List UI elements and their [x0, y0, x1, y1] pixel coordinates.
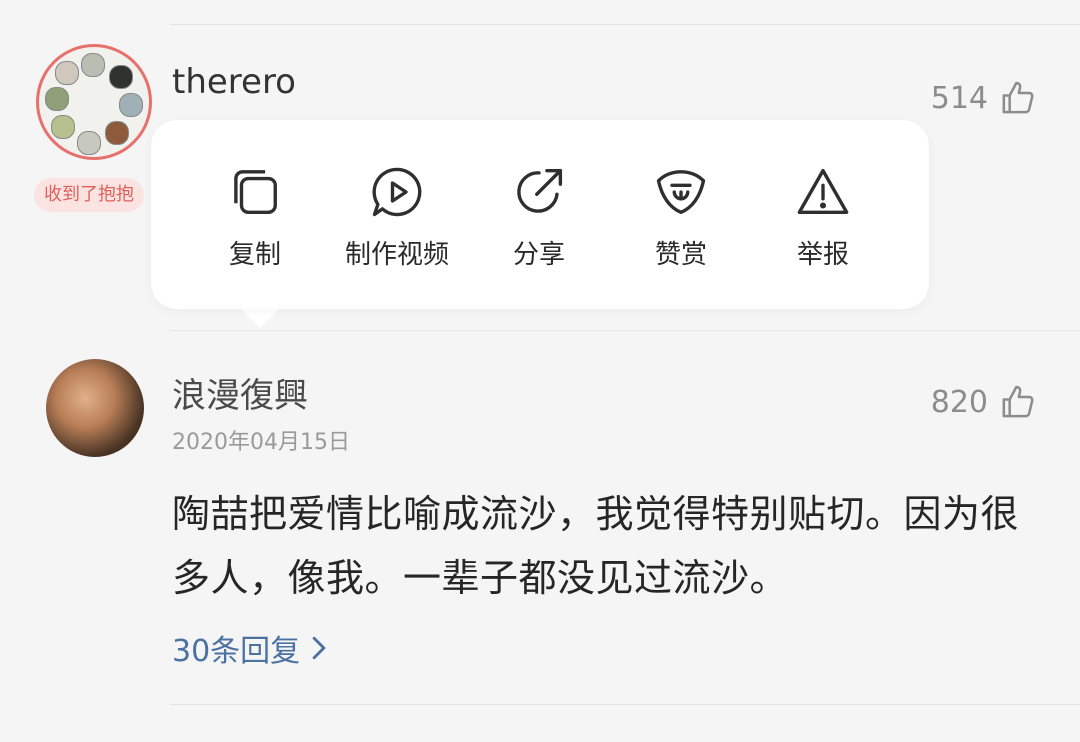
thumbs-up-icon [1002, 385, 1034, 418]
user-badge: 收到了抱抱 [34, 178, 144, 212]
divider [170, 24, 1080, 25]
share-icon [517, 168, 563, 213]
comment-date: 2020年04月15日 [172, 430, 350, 455]
avatar-illustration [109, 65, 133, 89]
make-video-icon [372, 167, 422, 217]
report-button[interactable]: 举报 [753, 164, 893, 271]
tip-icon [656, 170, 706, 214]
avatar-illustration [119, 93, 143, 117]
avatar-illustration [81, 53, 105, 77]
make-video-button[interactable]: 制作视频 [327, 164, 467, 271]
user-avatar[interactable] [36, 44, 152, 160]
like-button[interactable]: 820 [931, 382, 1038, 422]
action-label: 制作视频 [344, 240, 449, 270]
chevron-right-icon [312, 636, 326, 660]
share-button[interactable]: 分享 [469, 164, 609, 271]
comment-text[interactable]: 陶喆把爱情比喻成流沙，我觉得特别贴切。因为很多人，像我。一辈子都没见过流沙。 [172, 482, 1032, 610]
tip-button[interactable]: 赞赏 [611, 164, 751, 271]
divider [170, 330, 1080, 331]
like-button[interactable]: 514 [931, 78, 1038, 118]
username[interactable]: therero [172, 62, 296, 102]
avatar-illustration [105, 121, 129, 145]
like-count: 514 [930, 80, 988, 116]
thumbs-up-icon [1002, 81, 1034, 114]
action-label: 赞赏 [654, 240, 707, 270]
report-icon [797, 168, 849, 214]
divider [170, 704, 1080, 705]
avatar-illustration [51, 115, 75, 139]
copy-icon [234, 170, 277, 214]
comment-list: 收到了抱抱 therero 514 浪漫復興 2020年04月15日 820 陶… [0, 0, 1080, 742]
avatar-illustration [77, 131, 101, 155]
action-label: 复制 [228, 240, 281, 270]
user-avatar[interactable] [46, 359, 144, 457]
comment-action-popup: 复制 制作视频 分享 赞赏 举报 [151, 120, 929, 309]
action-label: 分享 [512, 240, 565, 270]
avatar-illustration [55, 61, 79, 85]
replies-link[interactable]: 30条回复 [172, 626, 328, 670]
popup-arrow [238, 306, 282, 328]
action-label: 举报 [796, 240, 849, 270]
avatar-illustration [45, 87, 69, 111]
replies-label: 30条回复 [172, 634, 301, 669]
username[interactable]: 浪漫復興 [172, 368, 308, 417]
copy-button[interactable]: 复制 [185, 164, 325, 271]
like-count: 820 [930, 384, 988, 420]
